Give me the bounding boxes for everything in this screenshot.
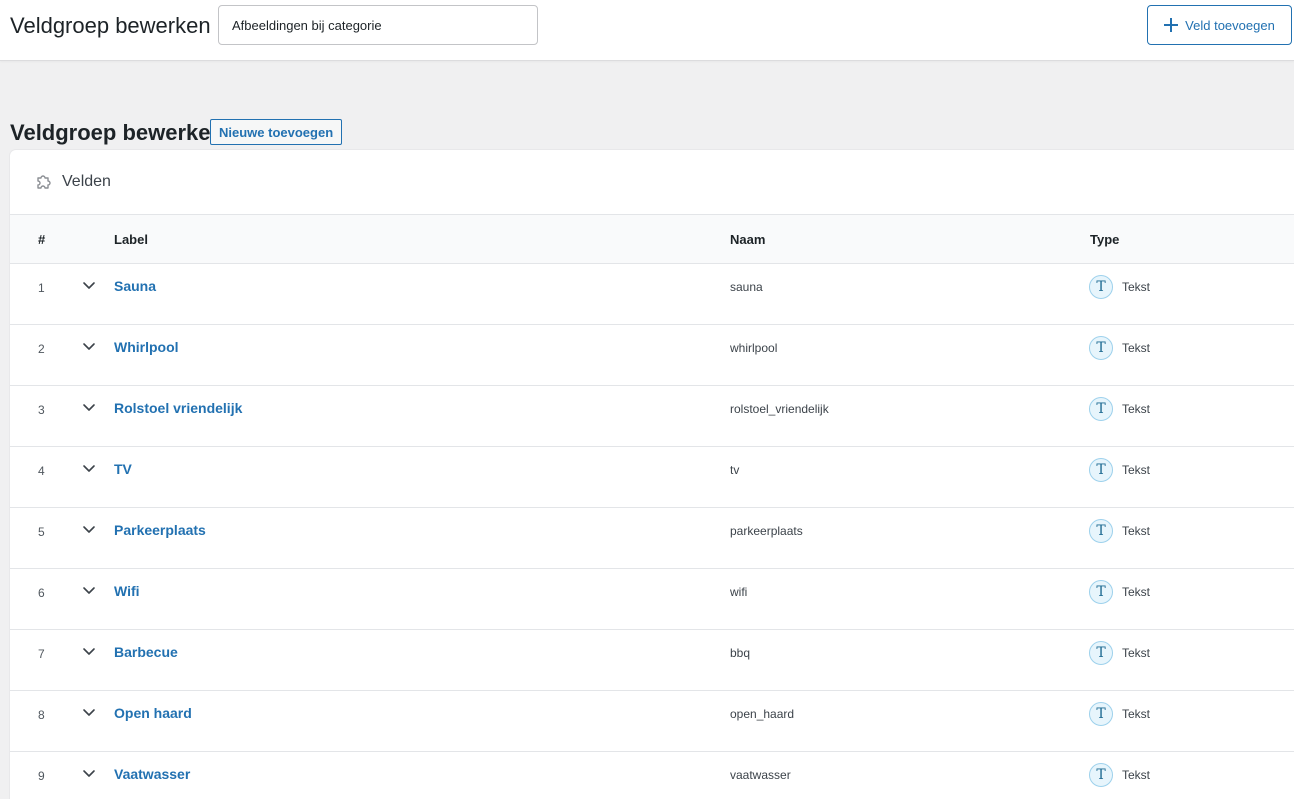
chevron-down-icon[interactable] <box>82 644 96 658</box>
text-type-icon: T <box>1089 580 1113 604</box>
field-label-link[interactable]: Wifi <box>114 583 140 599</box>
column-header-label: Label <box>114 232 148 247</box>
field-label-link[interactable]: Vaatwasser <box>114 766 190 782</box>
table-row[interactable]: 1 Sauna sauna T Tekst <box>10 264 1294 325</box>
field-name: vaatwasser <box>730 768 791 782</box>
field-label-link[interactable]: TV <box>114 461 132 477</box>
puzzle-icon <box>37 175 51 189</box>
field-order-number: 1 <box>38 281 45 295</box>
field-name: rolstoel_vriendelijk <box>730 402 829 416</box>
table-row[interactable]: 2 Whirlpool whirlpool T Tekst <box>10 325 1294 386</box>
text-type-icon: T <box>1089 275 1113 299</box>
panel-title: Velden <box>62 173 111 190</box>
add-field-label: Veld toevoegen <box>1185 17 1275 33</box>
table-row[interactable]: 7 Barbecue bbq T Tekst <box>10 630 1294 691</box>
chevron-down-icon[interactable] <box>82 278 96 292</box>
field-name: whirlpool <box>730 341 778 355</box>
field-order-number: 4 <box>38 464 45 478</box>
plus-icon <box>1164 18 1179 32</box>
fields-panel: Velden # Label Naam Type 1 Sauna sauna T… <box>10 150 1294 799</box>
chevron-down-icon[interactable] <box>82 766 96 780</box>
field-name: wifi <box>730 585 748 599</box>
field-type: Tekst <box>1122 341 1151 355</box>
add-new-button[interactable]: Nieuwe toevoegen <box>210 119 343 145</box>
field-label-link[interactable]: Open haard <box>114 705 192 721</box>
table-row[interactable]: 3 Rolstoel vriendelijk rolstoel_vriendel… <box>10 386 1294 447</box>
add-field-button[interactable]: Veld toevoegen <box>1147 5 1292 45</box>
field-label-link[interactable]: Rolstoel vriendelijk <box>114 400 242 416</box>
text-type-icon: T <box>1089 397 1113 421</box>
field-name: parkeerplaats <box>730 524 803 538</box>
column-header-type: Type <box>1090 232 1120 247</box>
field-label-link[interactable]: Barbecue <box>114 644 178 660</box>
text-type-icon: T <box>1089 519 1113 543</box>
field-order-number: 2 <box>38 342 45 356</box>
column-header-number: # <box>38 232 46 247</box>
field-order-number: 7 <box>38 647 45 661</box>
field-type: Tekst <box>1122 585 1151 599</box>
table-row[interactable]: 4 TV tv T Tekst <box>10 447 1294 508</box>
chevron-down-icon[interactable] <box>82 461 96 475</box>
field-type: Tekst <box>1122 707 1151 721</box>
text-type-icon: T <box>1089 458 1113 482</box>
table-row[interactable]: 5 Parkeerplaats parkeerplaats T Tekst <box>10 508 1294 569</box>
field-name: sauna <box>730 280 763 294</box>
panel-header: Velden <box>10 150 1294 215</box>
topbar-title: Veldgroep bewerken <box>10 13 211 38</box>
fields-list: 1 Sauna sauna T Tekst 2 Whirlpool whirlp… <box>10 264 1294 799</box>
top-bar: Veldgroep bewerken Veld toevoegen <box>0 0 1294 61</box>
field-order-number: 3 <box>38 403 45 417</box>
field-name: tv <box>730 463 740 477</box>
field-type: Tekst <box>1122 524 1151 538</box>
field-order-number: 8 <box>38 708 45 722</box>
chevron-down-icon[interactable] <box>82 705 96 719</box>
page-title: Veldgroep bewerken <box>10 120 224 145</box>
table-header: # Label Naam Type <box>10 215 1294 264</box>
table-row[interactable]: 6 Wifi wifi T Tekst <box>10 569 1294 630</box>
table-row[interactable]: 9 Vaatwasser vaatwasser T Tekst <box>10 752 1294 799</box>
chevron-down-icon[interactable] <box>82 400 96 414</box>
field-group-title-input[interactable] <box>218 5 538 45</box>
chevron-down-icon[interactable] <box>82 339 96 353</box>
field-type: Tekst <box>1122 646 1151 660</box>
field-label-link[interactable]: Sauna <box>114 278 156 294</box>
field-order-number: 9 <box>38 769 45 783</box>
text-type-icon: T <box>1089 702 1113 726</box>
chevron-down-icon[interactable] <box>82 522 96 536</box>
field-type: Tekst <box>1122 402 1151 416</box>
field-type: Tekst <box>1122 463 1151 477</box>
field-type: Tekst <box>1122 768 1151 782</box>
field-order-number: 5 <box>38 525 45 539</box>
field-label-link[interactable]: Whirlpool <box>114 339 179 355</box>
text-type-icon: T <box>1089 763 1113 787</box>
chevron-down-icon[interactable] <box>82 583 96 597</box>
field-label-link[interactable]: Parkeerplaats <box>114 522 206 538</box>
field-order-number: 6 <box>38 586 45 600</box>
column-header-name: Naam <box>730 232 766 247</box>
field-name: bbq <box>730 646 751 660</box>
text-type-icon: T <box>1089 641 1113 665</box>
field-name: open_haard <box>730 707 795 721</box>
table-row[interactable]: 8 Open haard open_haard T Tekst <box>10 691 1294 752</box>
field-type: Tekst <box>1122 280 1151 294</box>
text-type-icon: T <box>1089 336 1113 360</box>
